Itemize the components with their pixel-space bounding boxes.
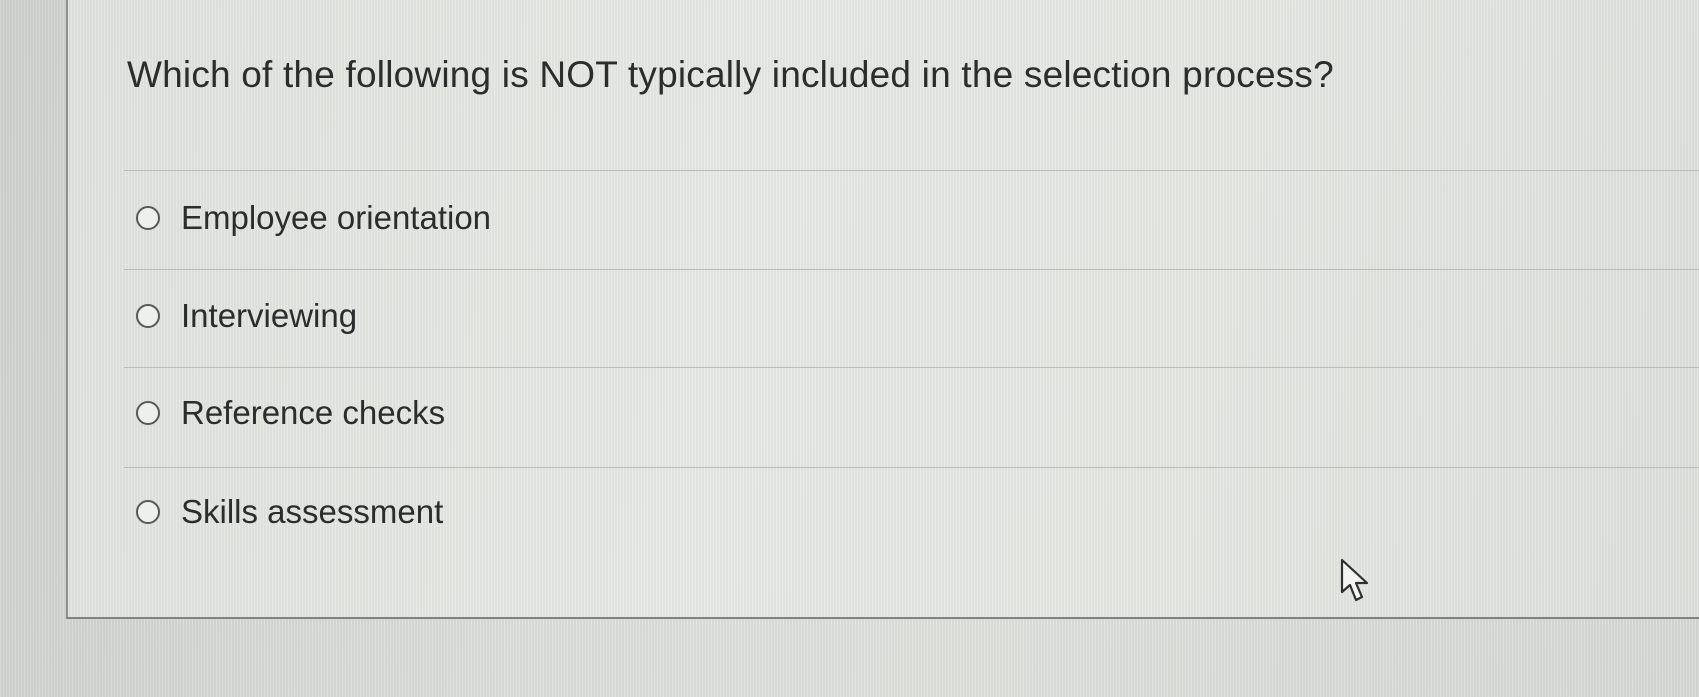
question-text: Which of the following is NOT typically … (127, 54, 1334, 95)
radio-button[interactable] (136, 500, 160, 524)
radio-button[interactable] (136, 304, 160, 328)
answer-option-reference-checks[interactable]: Reference checks (136, 393, 445, 433)
answer-label: Skills assessment (181, 493, 444, 530)
radio-button[interactable] (136, 206, 160, 230)
divider (124, 367, 1699, 368)
mouse-pointer-icon (1340, 558, 1369, 602)
answer-option-interviewing[interactable]: Interviewing (136, 296, 357, 336)
answer-label: Reference checks (181, 394, 446, 431)
answer-label: Interviewing (181, 297, 358, 334)
answer-option-skills-assessment[interactable]: Skills assessment (136, 492, 443, 532)
radio-button[interactable] (136, 401, 160, 425)
divider (124, 269, 1699, 270)
divider (124, 170, 1699, 171)
answer-option-employee-orientation[interactable]: Employee orientation (136, 198, 491, 238)
divider (124, 467, 1699, 468)
answer-label: Employee orientation (181, 199, 492, 236)
